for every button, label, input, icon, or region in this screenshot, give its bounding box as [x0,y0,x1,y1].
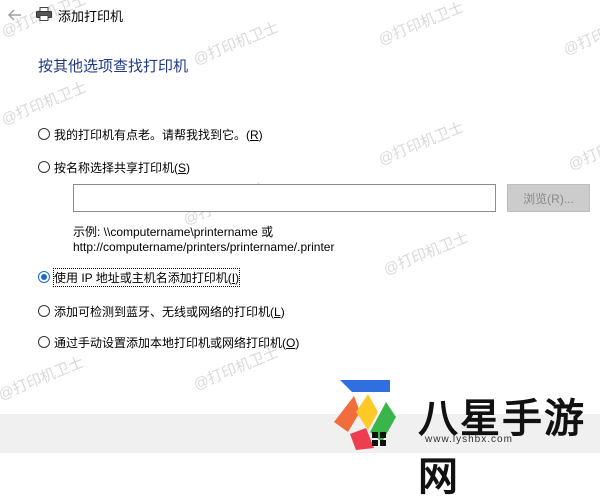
logo-url: www.lyshbx.com [425,434,513,445]
browse-button[interactable]: 浏览(R)... [507,184,590,212]
watermark: @打印机卫士 [381,228,472,279]
option-manual-local-label[interactable]: 通过手动设置添加本地打印机或网络打印机(O) [54,334,299,351]
option-old-printer-label[interactable]: 我的打印机有点老。请帮我找到它。(R) [54,126,263,143]
page-heading: 按其他选项查找打印机 [38,58,189,75]
window-title: 添加打印机 [58,9,124,24]
option-old-printer[interactable]: 我的打印机有点老。请帮我找到它。(R) [38,125,263,143]
radio-bluetooth-wireless[interactable] [38,305,50,317]
option-bluetooth-wireless-label[interactable]: 添加可检测到蓝牙、无线或网络的打印机(L) [54,303,285,320]
example-text-line2: http://computername/printers/printername… [73,240,335,254]
watermark: @打印机卫士 [0,353,87,404]
radio-ip-hostname[interactable] [38,271,50,283]
option-shared-printer-label[interactable]: 按名称选择共享打印机(S) [54,159,190,176]
option-bluetooth-wireless[interactable]: 添加可检测到蓝牙、无线或网络的打印机(L) [38,302,285,320]
logo-mark-icon [334,380,396,450]
windows-logo-icon [372,432,386,446]
watermark: @打印机卫士 [376,118,467,169]
radio-manual-local[interactable] [38,336,50,348]
site-logo: 八星手游网 www.lyshbx.com [330,372,600,500]
option-shared-printer[interactable]: 按名称选择共享打印机(S) [38,158,190,176]
watermark: @打印机卫士 [566,123,600,174]
watermark: @打印机卫士 [0,78,90,129]
title-bar: 添加打印机 [0,0,600,30]
back-arrow-icon[interactable] [6,6,24,24]
shared-printer-name-input[interactable] [73,184,496,212]
radio-old-printer[interactable] [38,128,50,140]
printer-icon [36,7,52,21]
option-manual-local[interactable]: 通过手动设置添加本地打印机或网络打印机(O) [38,333,299,351]
radio-shared-printer[interactable] [38,161,50,173]
option-ip-hostname[interactable]: 使用 IP 地址或主机名添加打印机(I) [38,267,241,287]
example-text-line1: 示例: \\computername\printername 或 [73,225,274,239]
option-ip-hostname-label[interactable]: 使用 IP 地址或主机名添加打印机(I) [52,267,241,287]
